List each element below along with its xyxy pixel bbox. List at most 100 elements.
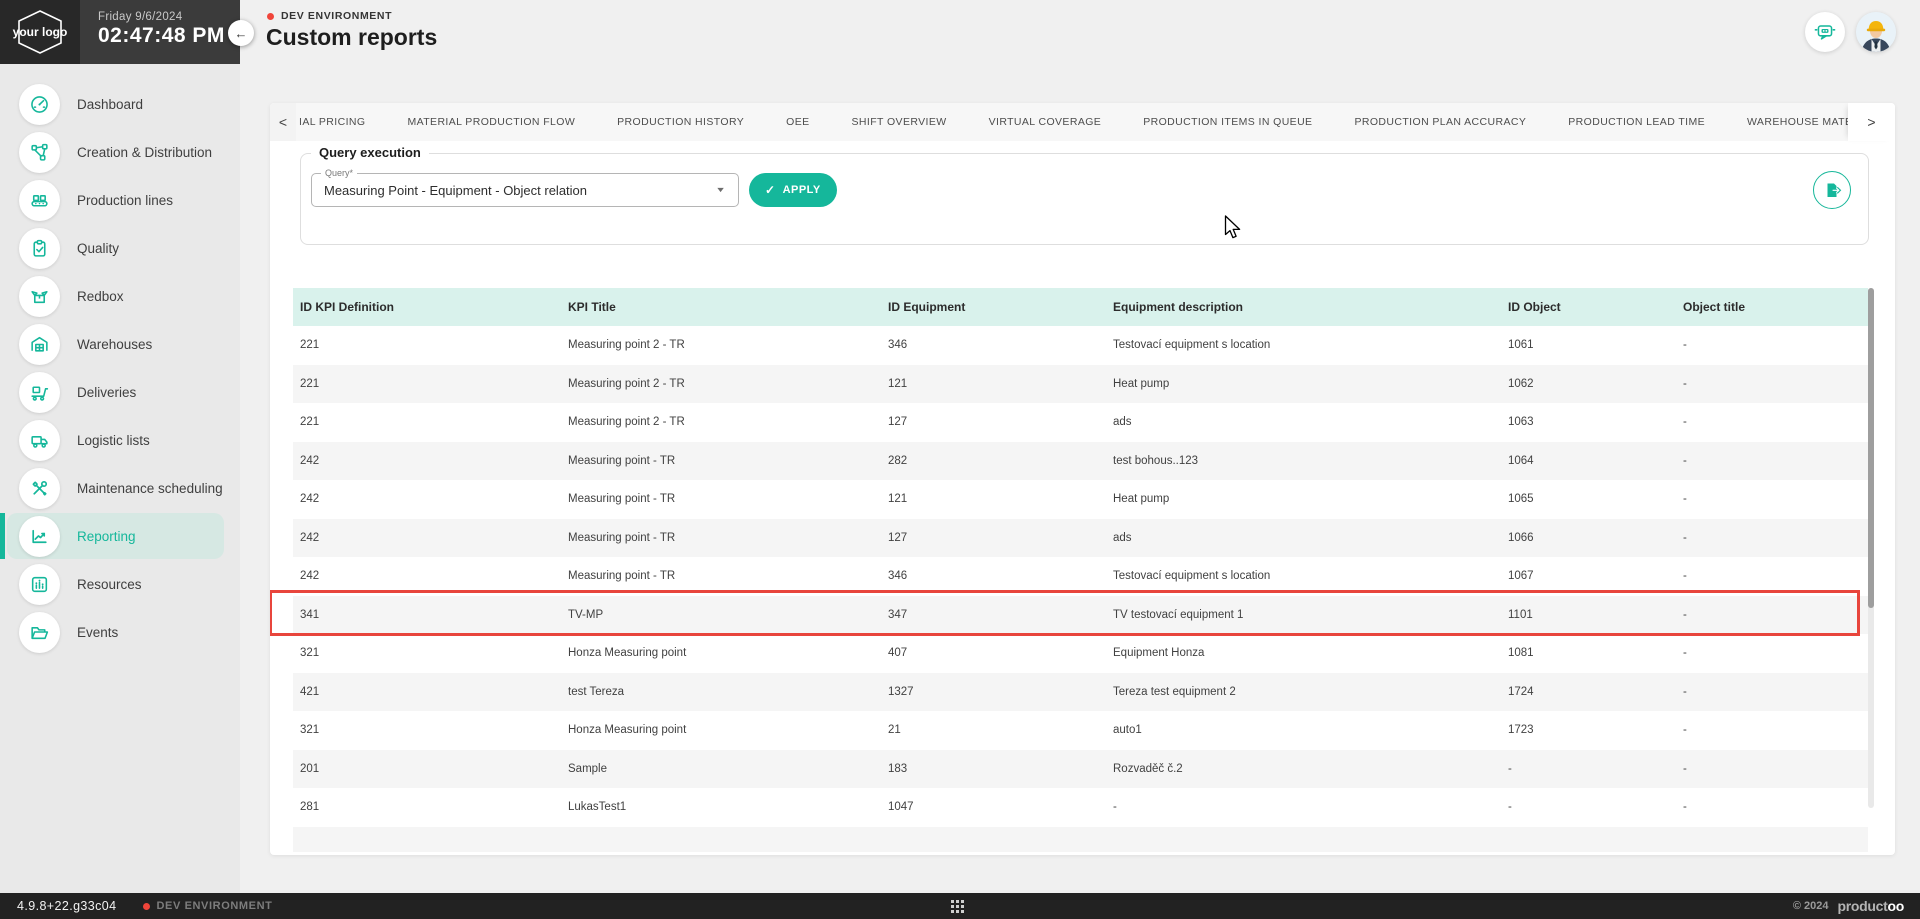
app-version: 4.9.8+22.g33c04 xyxy=(17,899,117,913)
tab[interactable]: IAL PRICING xyxy=(296,103,386,141)
table-scrollbar-track xyxy=(1868,288,1874,808)
tab[interactable]: PRODUCTION HISTORY xyxy=(596,103,765,141)
warehouse-icon xyxy=(19,324,60,365)
table-row[interactable]: 281 LukasTest1 1047 - - - xyxy=(293,788,1868,827)
tab[interactable]: WAREHOUSE MATERIALS xyxy=(1726,103,1848,141)
sidebar-item-label: Dashboard xyxy=(77,97,143,112)
caret-down-icon: ▼ xyxy=(715,186,726,194)
sidebar-collapse-button[interactable]: ← xyxy=(228,20,254,46)
bottom-environment-label: DEV ENVIRONMENT xyxy=(157,900,273,912)
table-row[interactable]: 321 Honza Measuring point 21 auto1 1723 … xyxy=(293,711,1868,750)
table-row[interactable]: 242 Measuring point - TR 282 test bohous… xyxy=(293,442,1868,481)
conveyor-icon xyxy=(19,180,60,221)
clipboard-check-icon xyxy=(19,228,60,269)
table-row[interactable]: 421 test Tereza 1327 Tereza test equipme… xyxy=(293,673,1868,712)
sidebar-item-label: Reporting xyxy=(77,529,136,544)
env-dot-icon xyxy=(267,13,274,20)
results-table: ID KPI Definition KPI Title ID Equipment… xyxy=(293,288,1868,852)
table-row[interactable]: 242 Measuring point - TR 127 ads 1066 - xyxy=(293,519,1868,558)
tabs-scroll-left-button[interactable]: < xyxy=(270,103,296,141)
sidebar-item-production-lines[interactable]: Production lines xyxy=(0,176,240,224)
tab[interactable]: PRODUCTION LEAD TIME xyxy=(1547,103,1726,141)
mouse-cursor xyxy=(1224,215,1243,247)
chatbot-button[interactable] xyxy=(1805,12,1845,52)
user-avatar[interactable] xyxy=(1856,12,1896,52)
tab[interactable]: MATERIAL PRODUCTION FLOW xyxy=(386,103,596,141)
sidebar-item-resources[interactable]: Resources xyxy=(0,560,240,608)
table-row[interactable]: 221 Measuring point 2 - TR 127 ads 1063 … xyxy=(293,403,1868,442)
line-chart-icon xyxy=(19,516,60,557)
open-box-icon xyxy=(19,276,60,317)
table-row[interactable]: 221 Measuring point 2 - TR 346 Testovací… xyxy=(293,326,1868,365)
sidebar-item-creation-distribution[interactable]: Creation & Distribution xyxy=(0,128,240,176)
column-header: ID Equipment xyxy=(880,300,1105,314)
truck-icon xyxy=(19,420,60,461)
env-dot-icon xyxy=(143,903,150,910)
sidebar-item-label: Resources xyxy=(77,577,142,592)
tab[interactable]: PRODUCTION PLAN ACCURACY xyxy=(1333,103,1547,141)
column-header: Equipment description xyxy=(1105,300,1500,314)
sidebar-item-label: Maintenance scheduling xyxy=(77,481,223,496)
distribution-network-icon xyxy=(19,132,60,173)
export-button[interactable] xyxy=(1813,171,1851,209)
sidebar-item-label: Warehouses xyxy=(77,337,152,352)
sidebar-item-label: Events xyxy=(77,625,118,640)
tab[interactable]: PRODUCTION ITEMS IN QUEUE xyxy=(1122,103,1333,141)
pallet-truck-icon xyxy=(19,372,60,413)
column-header: Object title xyxy=(1675,300,1868,314)
apply-button[interactable]: ✓ APPLY xyxy=(749,173,837,207)
sidebar-nav: Dashboard Creation & Distribution Produc… xyxy=(0,80,240,656)
table-row[interactable]: 242 Measuring point - TR 346 Testovací e… xyxy=(293,557,1868,596)
apply-button-label: APPLY xyxy=(783,184,821,196)
sidebar-item-quality[interactable]: Quality xyxy=(0,224,240,272)
column-header: ID KPI Definition xyxy=(293,300,560,314)
apps-grid-icon[interactable] xyxy=(951,900,964,913)
sidebar-item-label: Creation & Distribution xyxy=(77,145,212,160)
sidebar-item-label: Redbox xyxy=(77,289,124,304)
file-export-icon xyxy=(1823,181,1842,200)
productoo-logo: productoo xyxy=(1837,898,1904,914)
sidebar-item-warehouses[interactable]: Warehouses xyxy=(0,320,240,368)
table-row[interactable]: 321 Honza Measuring point 407 Equipment … xyxy=(293,634,1868,673)
copyright-label: © 2024 xyxy=(1793,900,1829,912)
tab[interactable]: SHIFT OVERVIEW xyxy=(831,103,968,141)
sidebar-item-reporting[interactable]: Reporting xyxy=(0,512,240,560)
date-label: Friday 9/6/2024 xyxy=(98,11,240,23)
tabs-scroll: IAL PRICING MATERIAL PRODUCTION FLOW PRO… xyxy=(296,103,1848,141)
bar-chart-icon xyxy=(19,564,60,605)
column-header: ID Object xyxy=(1500,300,1675,314)
tab[interactable]: OEE xyxy=(765,103,830,141)
table-scrollbar-thumb[interactable] xyxy=(1868,288,1874,608)
tools-icon xyxy=(19,468,60,509)
table-header-row: ID KPI Definition KPI Title ID Equipment… xyxy=(293,288,1868,326)
tabs-scroll-right-button[interactable]: > xyxy=(1848,103,1895,141)
sidebar-item-dashboard[interactable]: Dashboard xyxy=(0,80,240,128)
tab-bar: < IAL PRICING MATERIAL PRODUCTION FLOW P… xyxy=(270,103,1895,141)
query-select[interactable]: Query* Measuring Point - Equipment - Obj… xyxy=(311,173,739,207)
table-row[interactable]: 242 Measuring point - TR 121 Heat pump 1… xyxy=(293,480,1868,519)
sidebar-item-deliveries[interactable]: Deliveries xyxy=(0,368,240,416)
logo[interactable]: your logo xyxy=(0,0,80,64)
sidebar-item-label: Deliveries xyxy=(77,385,136,400)
robot-chat-icon xyxy=(1813,20,1837,44)
table-row[interactable] xyxy=(293,827,1868,852)
environment-label: DEV ENVIRONMENT xyxy=(281,10,392,22)
sidebar-item-maintenance-scheduling[interactable]: Maintenance scheduling xyxy=(0,464,240,512)
app-window: your logo Friday 9/6/2024 02:47:48 PM ← … xyxy=(0,0,1920,919)
section-title: Query execution xyxy=(311,145,429,160)
logo-text: your logo xyxy=(13,25,68,39)
sidebar-item-label: Production lines xyxy=(77,193,173,208)
sidebar-item-events[interactable]: Events xyxy=(0,608,240,656)
query-select-value: Measuring Point - Equipment - Object rel… xyxy=(324,183,587,198)
sidebar-item-redbox[interactable]: Redbox xyxy=(0,272,240,320)
tab[interactable]: VIRTUAL COVERAGE xyxy=(968,103,1123,141)
chevron-left-icon: < xyxy=(279,114,287,130)
sidebar: your logo Friday 9/6/2024 02:47:48 PM ← … xyxy=(0,0,240,893)
bottom-right-branding: © 2024 productoo xyxy=(1793,893,1904,919)
table-row[interactable]: 341 TV-MP 347 TV testovací equipment 1 1… xyxy=(293,596,1868,635)
sidebar-item-logistic-lists[interactable]: Logistic lists xyxy=(0,416,240,464)
environment-badge: DEV ENVIRONMENT xyxy=(267,10,392,22)
table-row[interactable]: 221 Measuring point 2 - TR 121 Heat pump… xyxy=(293,365,1868,404)
table-row[interactable]: 201 Sample 183 Rozvaděč č.2 - - xyxy=(293,750,1868,789)
query-select-label: Query* xyxy=(321,168,357,178)
